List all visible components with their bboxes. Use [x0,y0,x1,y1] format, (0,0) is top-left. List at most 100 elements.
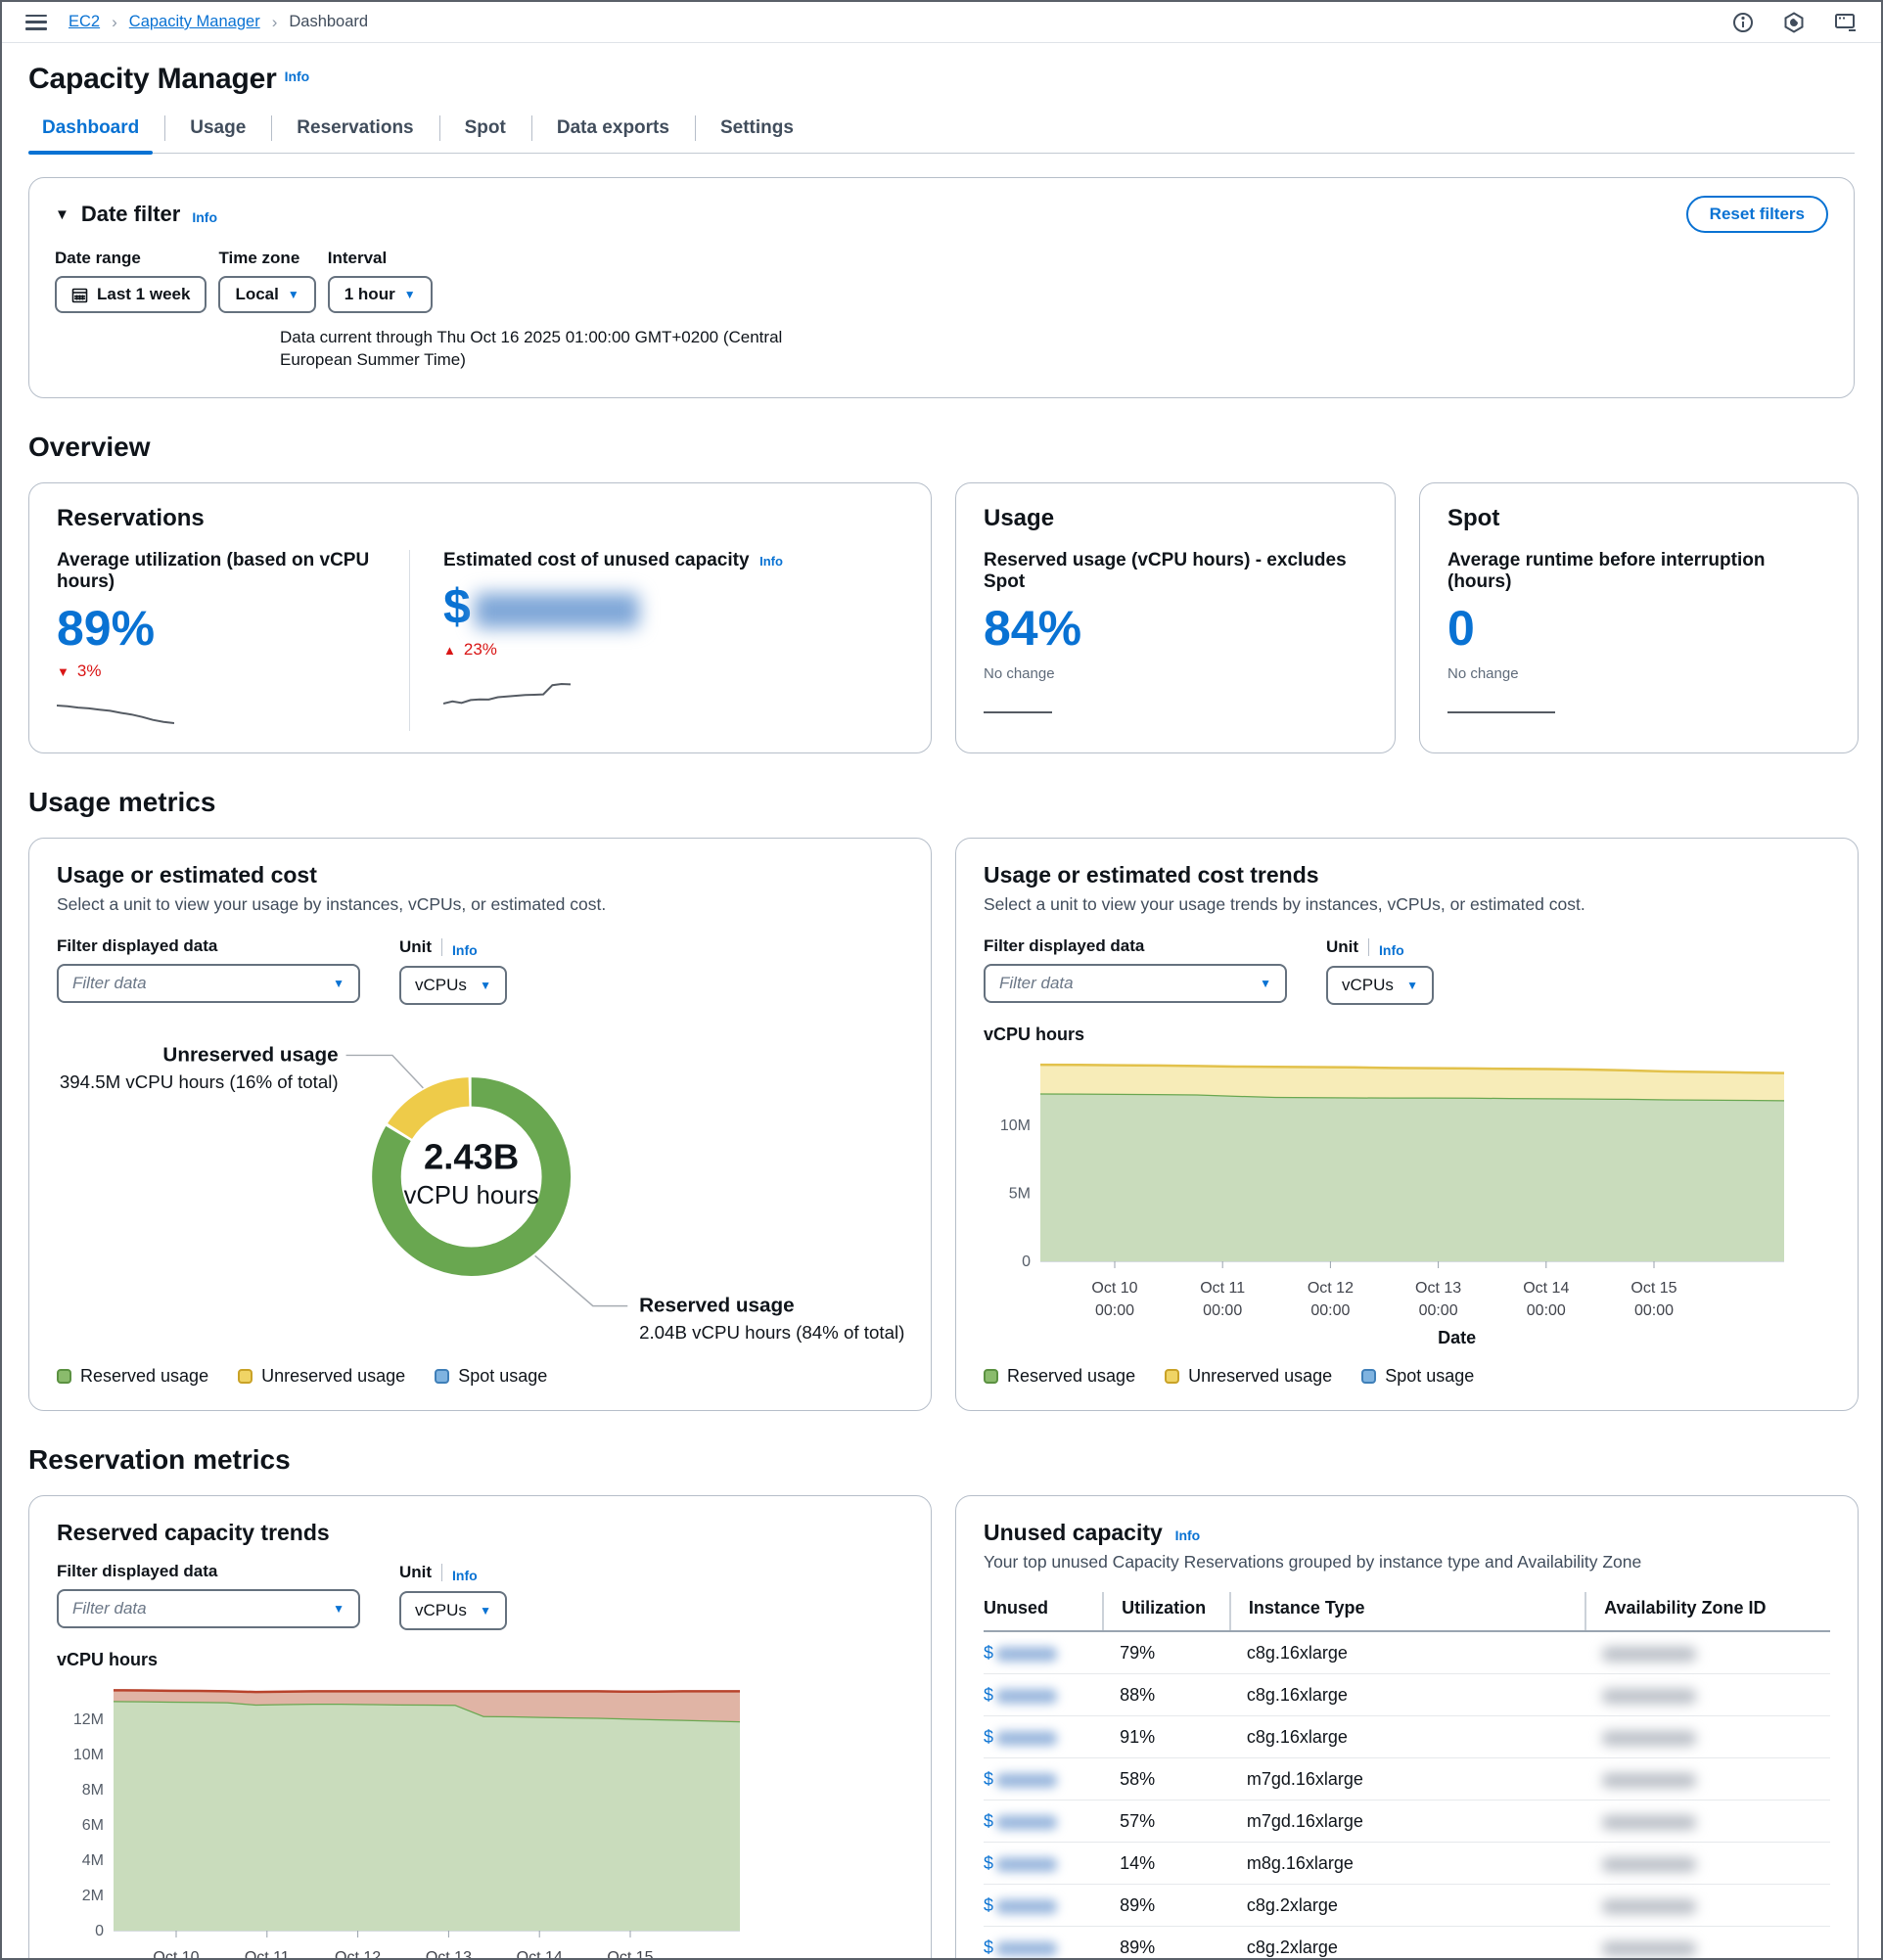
az-id-cell [1584,1937,1830,1958]
reserved-capacity-chart: 02M4M6M8M10M12MOct 1000:00Oct 1100:00Oct… [57,1674,756,1960]
utilization-cell: 91% [1102,1727,1229,1748]
tab-spot[interactable]: Spot [439,110,531,153]
redacted-value [996,1773,1057,1788]
unit-select[interactable]: vCPUs ▼ [1326,966,1434,1005]
redacted-az [1602,1857,1696,1872]
az-id-cell [1584,1853,1830,1874]
chevron-down-icon: ▼ [288,288,299,301]
legend-marker [238,1369,253,1384]
column-header-az-id[interactable]: Availability Zone ID [1584,1592,1830,1630]
svg-text:Oct 15: Oct 15 [607,1949,653,1960]
donut-reserved-value: 2.04B vCPU hours (84% of total) [639,1322,904,1343]
svg-text:00:00: 00:00 [1203,1302,1242,1319]
date-range-field: Date range Last 1 week [55,249,207,313]
svg-text:Oct 14: Oct 14 [517,1949,563,1960]
breadcrumb-ec2-link[interactable]: EC2 [69,13,100,31]
unit-info-link[interactable]: Info [452,942,478,958]
redacted-value [996,1815,1057,1830]
usage-trends-panel: Usage or estimated cost trends Select a … [955,838,1859,1411]
date-range-button[interactable]: Last 1 week [55,276,207,313]
unused-cost-cell: $ [984,1643,1102,1664]
reservations-card: Reservations Average utilization (based … [28,482,932,754]
legend-item[interactable]: Unreserved usage [238,1366,405,1387]
menu-icon[interactable] [25,15,47,30]
interval-dropdown[interactable]: 1 hour ▼ [328,276,433,313]
redacted-value [996,1731,1057,1746]
unused-capacity-info-link[interactable]: Info [1175,1527,1201,1543]
unused-cost-link[interactable]: $ [984,1727,993,1747]
column-header-instance-type[interactable]: Instance Type [1229,1592,1584,1630]
legend-item[interactable]: Unreserved usage [1165,1366,1332,1387]
column-header-unused[interactable]: Unused [984,1592,1102,1630]
tab-usage[interactable]: Usage [164,110,271,153]
unit-select[interactable]: vCPUs ▼ [399,966,507,1005]
svg-text:00:00: 00:00 [1095,1302,1134,1319]
filter-data-select[interactable]: Filter data ▼ [57,964,360,1003]
unused-cost-link[interactable]: $ [984,1685,993,1705]
legend-item[interactable]: Spot usage [435,1366,547,1387]
svg-text:00:00: 00:00 [1634,1302,1674,1319]
estimated-cost-sparkline [443,681,783,711]
info-icon[interactable] [1732,12,1754,33]
date-filter-info-link[interactable]: Info [192,209,217,225]
utilization-cell: 89% [1102,1937,1229,1958]
donut-unreserved-label: Unreserved usage [162,1044,338,1067]
unused-cost-cell: $ [984,1811,1102,1832]
legend-item[interactable]: Reserved usage [984,1366,1135,1387]
unit-info-link[interactable]: Info [452,1568,478,1583]
unused-cost-link[interactable]: $ [984,1643,993,1663]
unused-cost-link[interactable]: $ [984,1853,993,1873]
column-header-utilization[interactable]: Utilization [1102,1592,1229,1630]
settings-icon[interactable] [1783,12,1805,33]
legend-marker [1165,1369,1179,1384]
tab-dashboard[interactable]: Dashboard [28,110,164,153]
redacted-value [996,1941,1057,1956]
spot-value: 0 [1447,603,1830,655]
reset-filters-button[interactable]: Reset filters [1686,196,1828,233]
unused-cost-link[interactable]: $ [984,1811,993,1831]
table-row: $ 89% c8g.2xlarge [984,1885,1830,1927]
interval-label: Interval [328,249,433,268]
collapse-caret-icon[interactable]: ▼ [55,206,69,223]
unused-cost-link[interactable]: $ [984,1937,993,1957]
svg-text:Oct 15: Oct 15 [1630,1280,1676,1297]
tab-data-exports[interactable]: Data exports [531,110,695,153]
avg-utilization-change: ▼ 3% [57,661,380,681]
usage-card: Usage Reserved usage (vCPU hours) - excl… [955,482,1396,754]
chevron-down-icon: ▼ [1406,979,1418,992]
page-title-info-link[interactable]: Info [285,68,310,84]
legend-item[interactable]: Spot usage [1361,1366,1474,1387]
legend-item[interactable]: Reserved usage [57,1366,208,1387]
utilization-cell: 14% [1102,1853,1229,1874]
time-zone-label: Time zone [218,249,315,268]
app-window: EC2 › Capacity Manager › Dashboard [0,0,1883,1960]
svg-text:Date: Date [1438,1328,1476,1347]
tab-reservations[interactable]: Reservations [271,110,438,153]
redacted-az [1602,1689,1696,1704]
redacted-az [1602,1647,1696,1662]
instance-type-cell: m7gd.16xlarge [1229,1811,1584,1832]
svg-text:Oct 13: Oct 13 [1415,1280,1461,1297]
tab-settings[interactable]: Settings [695,110,819,153]
data-current-text: Data current through Thu Oct 16 2025 01:… [280,327,813,372]
unused-cost-link[interactable]: $ [984,1895,993,1915]
svg-text:Oct 11: Oct 11 [245,1949,290,1960]
redacted-az [1602,1899,1696,1914]
filter-data-select[interactable]: Filter data ▼ [984,964,1287,1003]
unit-select[interactable]: vCPUs ▼ [399,1591,507,1630]
utilization-cell: 79% [1102,1643,1229,1664]
usage-change: No change [984,665,1367,682]
time-zone-dropdown[interactable]: Local ▼ [218,276,315,313]
unused-cost-cell: $ [984,1727,1102,1748]
svg-text:10M: 10M [1000,1117,1031,1134]
unused-capacity-table: Unused Utilization Instance Type Availab… [984,1592,1830,1960]
unused-cost-link[interactable]: $ [984,1769,993,1789]
az-id-cell [1584,1727,1830,1748]
unit-info-link[interactable]: Info [1379,942,1404,958]
filter-data-select[interactable]: Filter data ▼ [57,1589,360,1628]
chevron-down-icon: ▼ [1260,977,1271,990]
estimated-cost-info-link[interactable]: Info [759,554,783,569]
feedback-panel-icon[interactable] [1834,12,1858,33]
svg-text:00:00: 00:00 [1527,1302,1566,1319]
breadcrumb-capacity-manager-link[interactable]: Capacity Manager [129,13,260,31]
